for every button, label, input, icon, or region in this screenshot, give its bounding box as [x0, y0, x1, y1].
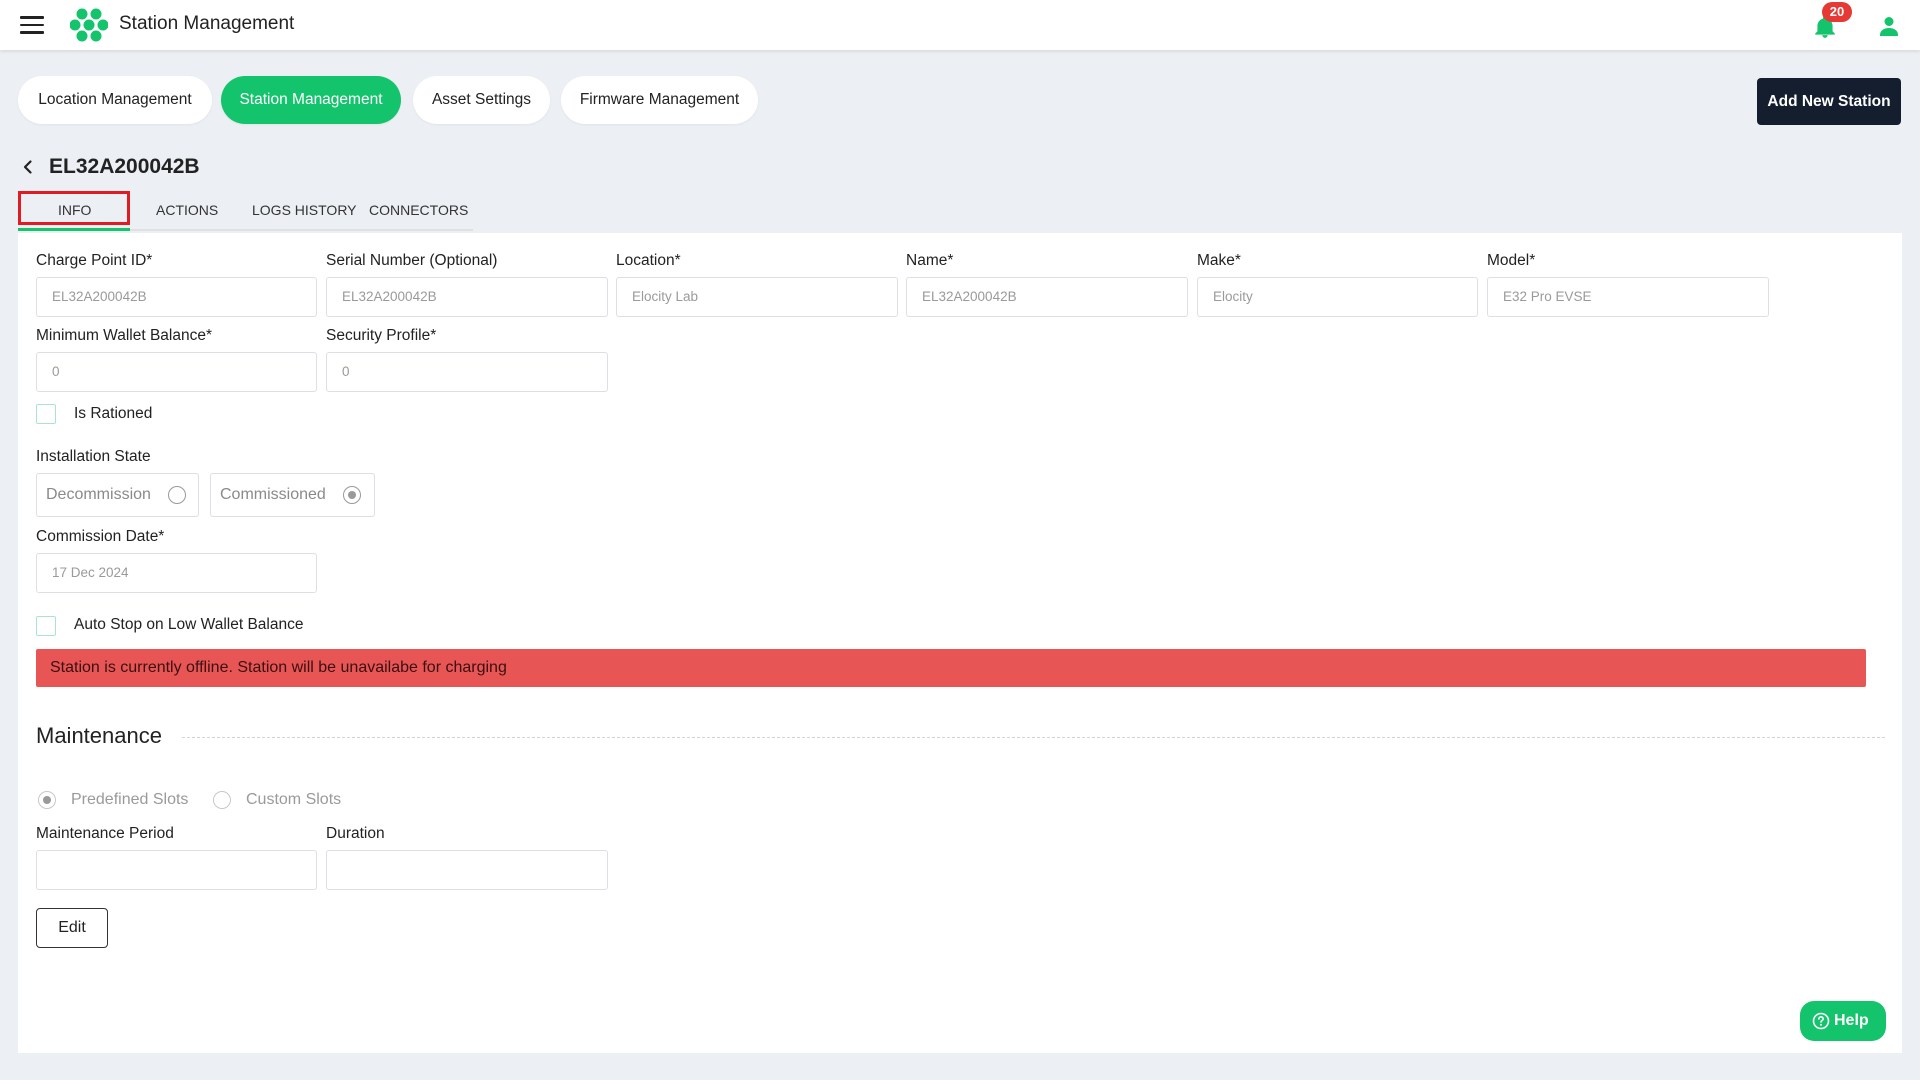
add-new-station-button[interactable]: Add New Station: [1757, 78, 1901, 125]
custom-slots-label: Custom Slots: [246, 791, 342, 808]
predefined-slots-label: Predefined Slots: [71, 791, 189, 808]
maintenance-period-label: Maintenance Period: [36, 825, 174, 842]
edit-button[interactable]: Edit: [36, 908, 108, 948]
charge-point-id-input[interactable]: EL32A200042B: [36, 277, 317, 317]
is-rationed-label: Is Rationed: [74, 405, 153, 422]
app-title: Station Management: [119, 13, 295, 34]
serial-number-input[interactable]: EL32A200042B: [326, 277, 608, 317]
user-icon[interactable]: [1877, 14, 1901, 38]
min-wallet-balance-label: Minimum Wallet Balance*: [36, 327, 213, 344]
decommission-label: Decommission: [46, 486, 151, 503]
back-arrow-icon[interactable]: [18, 157, 38, 177]
help-label: Help: [1834, 1012, 1869, 1029]
model-input[interactable]: E32 Pro EVSE: [1487, 277, 1769, 317]
duration-input[interactable]: [326, 850, 608, 890]
security-profile-label: Security Profile*: [326, 327, 437, 344]
nav-station-management[interactable]: Station Management: [221, 76, 401, 124]
min-wallet-balance-input[interactable]: 0: [36, 352, 317, 392]
maintenance-period-input[interactable]: [36, 850, 317, 890]
nav-firmware-management[interactable]: Firmware Management: [561, 76, 758, 124]
offline-alert: Station is currently offline. Station wi…: [36, 649, 1866, 687]
commissioned-label: Commissioned: [220, 486, 326, 503]
menu-icon[interactable]: [20, 16, 44, 34]
is-rationed-checkbox[interactable]: [36, 404, 56, 424]
commission-date-label: Commission Date*: [36, 528, 165, 545]
tab-actions[interactable]: ACTIONS: [156, 202, 218, 218]
location-input[interactable]: Elocity Lab: [616, 277, 898, 317]
serial-number-label: Serial Number (Optional): [326, 252, 498, 269]
charge-point-id-label: Charge Point ID*: [36, 252, 153, 269]
location-label: Location*: [616, 252, 681, 269]
commissioned-radio[interactable]: [343, 486, 361, 504]
security-profile-input[interactable]: 0: [326, 352, 608, 392]
notification-badge: 20: [1822, 2, 1852, 22]
auto-stop-checkbox[interactable]: [36, 616, 56, 636]
decommission-option[interactable]: Decommission: [36, 473, 199, 517]
help-circle-icon: [1812, 1012, 1830, 1030]
tab-info-highlight: [18, 191, 130, 225]
tab-connectors[interactable]: CONNECTORS: [369, 202, 468, 218]
commission-date-input[interactable]: 17 Dec 2024: [36, 553, 317, 593]
logo-icon: [70, 8, 108, 42]
installation-state-label: Installation State: [36, 448, 151, 465]
help-button[interactable]: Help: [1800, 1001, 1886, 1041]
duration-label: Duration: [326, 825, 385, 842]
decommission-radio[interactable]: [168, 486, 186, 504]
nav-asset-settings[interactable]: Asset Settings: [413, 76, 550, 124]
tab-logs-history[interactable]: LOGS HISTORY: [252, 202, 357, 218]
make-input[interactable]: Elocity: [1197, 277, 1478, 317]
station-title: EL32A200042B: [49, 155, 200, 178]
make-label: Make*: [1197, 252, 1241, 269]
auto-stop-label: Auto Stop on Low Wallet Balance: [74, 616, 304, 633]
top-bar: Station Management 20: [0, 0, 1920, 50]
predefined-slots-radio[interactable]: [38, 791, 56, 809]
maintenance-divider: [182, 737, 1885, 738]
maintenance-title: Maintenance: [36, 723, 162, 748]
tab-active-indicator: [18, 228, 130, 231]
custom-slots-radio[interactable]: [213, 791, 231, 809]
commissioned-option[interactable]: Commissioned: [210, 473, 375, 517]
name-input[interactable]: EL32A200042B: [906, 277, 1188, 317]
model-label: Model*: [1487, 252, 1536, 269]
nav-location-management[interactable]: Location Management: [18, 76, 212, 124]
name-label: Name*: [906, 252, 954, 269]
